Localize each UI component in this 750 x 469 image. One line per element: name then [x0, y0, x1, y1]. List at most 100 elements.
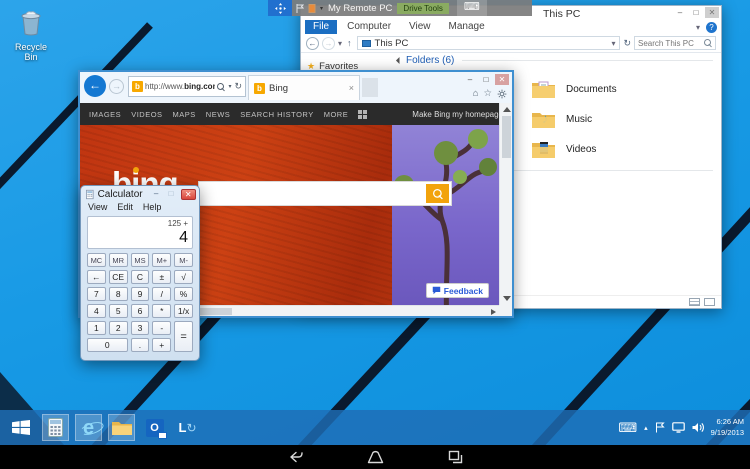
scroll-down-icon[interactable]	[503, 296, 511, 301]
calc-key[interactable]: 1/x	[174, 304, 193, 318]
calc-key[interactable]: 8	[109, 287, 128, 301]
calc-key[interactable]: M-	[174, 253, 193, 267]
menu-view[interactable]: View	[88, 202, 107, 212]
bing-search-input[interactable]	[203, 182, 418, 205]
bing-search-button[interactable]	[426, 184, 449, 203]
bing-nav-item[interactable]: VIDEOS	[131, 110, 162, 119]
folder-item-documents[interactable]: Documents	[531, 74, 713, 104]
dropdown-caret-icon[interactable]: ▾	[320, 5, 323, 12]
bing-nav-item[interactable]: NEWS	[206, 110, 231, 119]
network-icon[interactable]	[672, 422, 685, 433]
menu-help[interactable]: Help	[143, 202, 162, 212]
touch-keyboard-icon[interactable]: ⌨	[618, 420, 637, 436]
calc-key[interactable]: -	[152, 321, 171, 335]
address-search-icon[interactable]	[217, 83, 225, 91]
page-refresh-icon[interactable]: ↻	[234, 81, 242, 92]
tab-computer[interactable]: Computer	[339, 20, 399, 34]
minimize-button[interactable]: –	[463, 74, 477, 85]
calc-key[interactable]: C	[131, 270, 150, 284]
history-dropdown-icon[interactable]: ▾	[338, 39, 342, 48]
help-button[interactable]: ?	[706, 22, 717, 33]
explorer-search-input[interactable]	[638, 39, 702, 48]
calc-key[interactable]: 9	[131, 287, 150, 301]
action-center-flag-icon[interactable]	[655, 422, 665, 433]
back-button[interactable]: ←	[306, 37, 319, 50]
android-recents-button[interactable]	[447, 449, 464, 465]
minimize-button[interactable]: –	[151, 189, 162, 200]
calc-key[interactable]: 2	[109, 321, 128, 335]
details-view-button[interactable]	[689, 298, 700, 306]
bing-apps-grid-icon[interactable]	[358, 110, 367, 119]
android-home-button[interactable]	[366, 449, 385, 465]
expand-ribbon-icon[interactable]: ▾	[696, 23, 700, 32]
calc-key[interactable]: ←	[87, 270, 106, 284]
thumbnail-view-button[interactable]	[704, 298, 715, 306]
refresh-button[interactable]: ↻	[623, 38, 631, 49]
calc-key[interactable]: 1	[87, 321, 106, 335]
menu-edit[interactable]: Edit	[117, 202, 133, 212]
bing-nav-item[interactable]: IMAGES	[89, 110, 121, 119]
recycle-bin[interactable]: Recycle Bin	[8, 8, 54, 62]
browser-back-button[interactable]: ←	[84, 75, 106, 97]
address-bar[interactable]: b http://www.bing.com/ ▾ ↻	[128, 76, 246, 97]
pan-control-button[interactable]	[268, 0, 292, 16]
ie-titlebar[interactable]: ← → b http://www.bing.com/ ▾ ↻ b Bing ×	[80, 72, 512, 103]
maximize-button[interactable]: □	[479, 74, 493, 85]
calc-key-equals[interactable]: =	[174, 321, 193, 352]
maximize-button[interactable]: □	[166, 189, 177, 200]
taskbar-outlook[interactable]: O	[141, 414, 168, 441]
calc-key[interactable]: MS	[131, 253, 150, 267]
calc-key[interactable]: 7	[87, 287, 106, 301]
folder-item-videos[interactable]: Videos	[531, 134, 713, 164]
favorites-icon[interactable]: ☆	[483, 88, 492, 99]
new-tab-button[interactable]	[362, 78, 378, 97]
forward-button[interactable]: →	[322, 37, 335, 50]
scroll-up-icon[interactable]	[503, 107, 511, 112]
close-button[interactable]: ✕	[705, 7, 719, 18]
tab-view[interactable]: View	[401, 20, 439, 34]
calc-key[interactable]: √	[174, 270, 193, 284]
keyboard-toggle-button[interactable]: ⌨	[457, 0, 487, 16]
close-button[interactable]: ✕	[495, 74, 509, 85]
hidden-icons-chevron[interactable]: ▴	[644, 424, 648, 432]
calc-key[interactable]: 4	[87, 304, 106, 318]
settings-gear-icon[interactable]	[497, 89, 507, 99]
taskbar-file-explorer[interactable]	[108, 414, 135, 441]
address-dropdown-icon[interactable]: ▾	[228, 83, 231, 90]
calc-key[interactable]: MC	[87, 253, 106, 267]
bing-nav-item[interactable]: MORE	[324, 110, 349, 119]
calc-key[interactable]: ±	[152, 270, 171, 284]
calc-key[interactable]: %	[174, 287, 193, 301]
windows-desktop[interactable]: Recycle Bin This PC – □ ✕ File Computer …	[0, 0, 750, 445]
scroll-thumb[interactable]	[502, 116, 511, 158]
taskbar-internet-explorer[interactable]: e	[75, 414, 102, 441]
feedback-button[interactable]: Feedback	[426, 283, 489, 298]
tab-manage[interactable]: Manage	[441, 20, 493, 34]
taskbar-lync[interactable]: L↻	[174, 414, 201, 441]
home-icon[interactable]: ⌂	[473, 88, 479, 99]
browser-forward-button[interactable]: →	[109, 79, 124, 94]
calc-key[interactable]: /	[152, 287, 171, 301]
volume-icon[interactable]	[692, 422, 704, 433]
calc-key[interactable]: 0	[87, 338, 128, 352]
taskbar-clock[interactable]: 6:26 AM 9/19/2013	[711, 417, 744, 437]
make-homepage-link[interactable]: Make Bing my homepage	[412, 110, 503, 119]
close-button[interactable]: ✕	[181, 189, 196, 200]
calc-key[interactable]: .	[131, 338, 150, 352]
calc-key[interactable]: 5	[109, 304, 128, 318]
calc-key[interactable]: M+	[152, 253, 171, 267]
calc-key[interactable]: MR	[109, 253, 128, 267]
tab-file[interactable]: File	[305, 20, 337, 34]
tab-close-icon[interactable]: ×	[349, 83, 354, 93]
taskbar-calculator[interactable]	[42, 414, 69, 441]
address-breadcrumb[interactable]: This PC ▾	[357, 36, 621, 50]
calc-key[interactable]: 6	[131, 304, 150, 318]
vertical-scrollbar[interactable]	[499, 103, 512, 305]
up-button[interactable]: ↑	[345, 38, 354, 48]
browser-tab-bing[interactable]: b Bing ×	[248, 75, 360, 100]
folders-group-header[interactable]: Folders (6)	[397, 55, 713, 66]
start-button[interactable]	[6, 414, 36, 441]
scroll-right-icon[interactable]	[491, 309, 496, 315]
bing-nav-item[interactable]: SEARCH HISTORY	[240, 110, 313, 119]
address-dropdown-icon[interactable]: ▾	[611, 39, 615, 48]
